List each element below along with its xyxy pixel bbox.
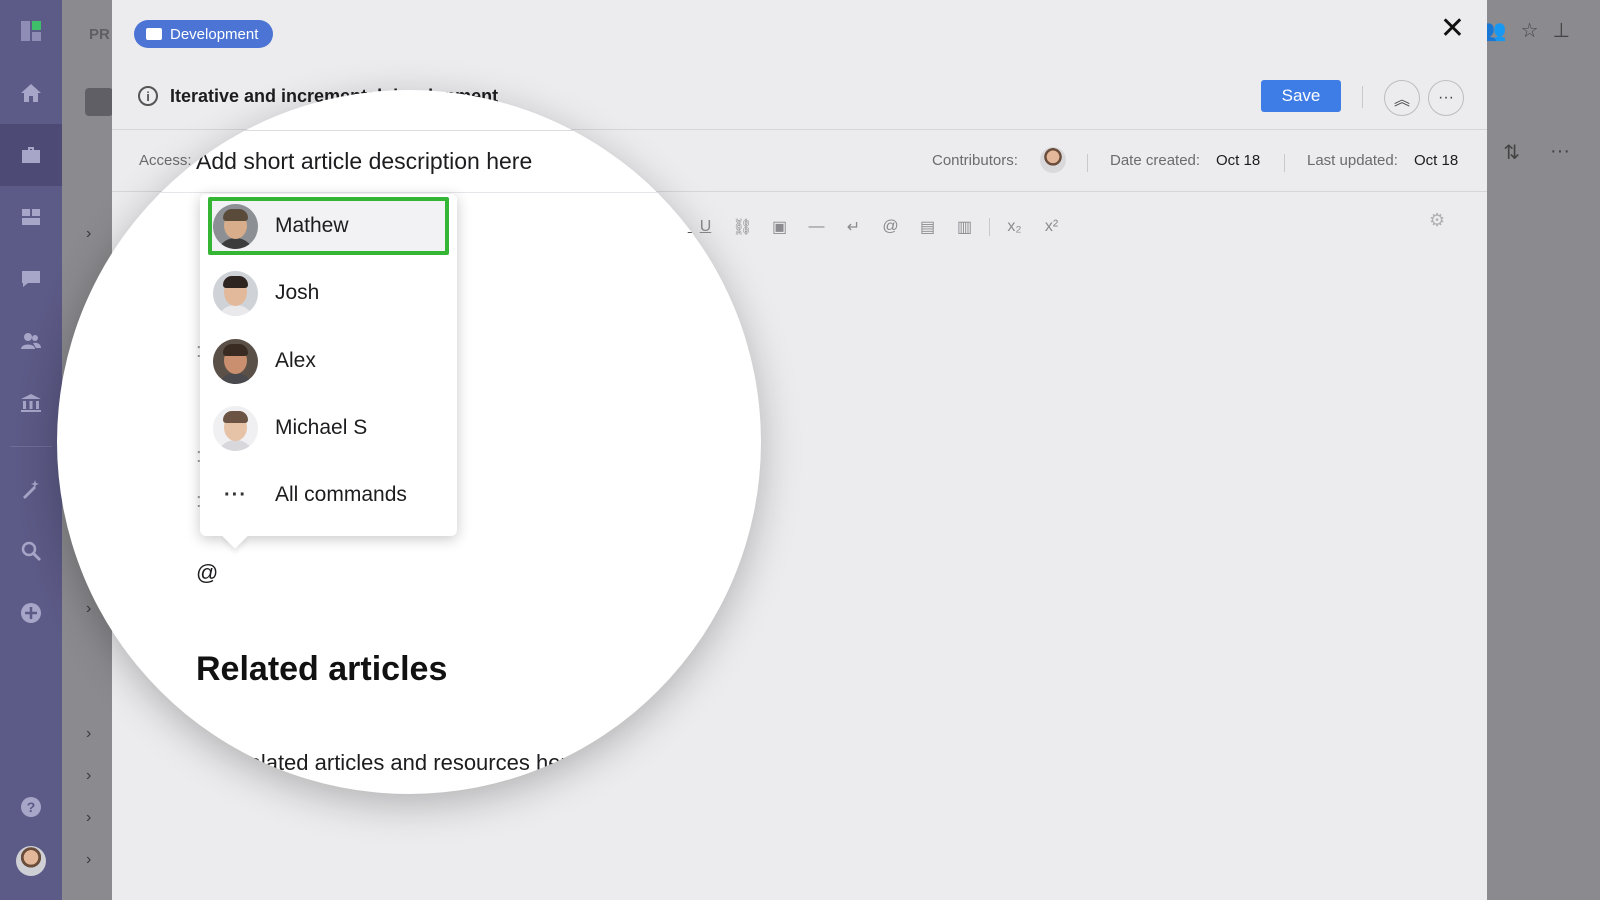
mention-item-josh[interactable]: Josh	[208, 264, 449, 322]
sort-icon[interactable]: ⇅	[1503, 140, 1520, 165]
calendar-icon[interactable]: ▤	[909, 213, 946, 241]
mention-dropdown: Mathew Josh Alex Michael S ··· All comma…	[200, 194, 457, 536]
access-label-magnified: Access:	[139, 152, 192, 169]
chat-icon[interactable]	[0, 248, 62, 310]
logo-icon[interactable]	[0, 0, 62, 62]
related-articles-text[interactable]: Add related articles and resources here	[196, 750, 580, 776]
briefcase-icon[interactable]	[0, 124, 62, 186]
background-section-label: PR	[89, 26, 110, 43]
app-rail: ?	[0, 0, 62, 900]
user-avatar[interactable]	[0, 830, 62, 892]
more-icon[interactable]: ···	[1550, 140, 1570, 165]
date-created-value: Oct 18	[1216, 152, 1261, 169]
meta-divider	[1087, 154, 1088, 172]
underline-icon[interactable]: U	[675, 213, 712, 241]
mention-item-label: All commands	[275, 483, 407, 506]
header-divider	[1362, 86, 1363, 108]
last-updated-label: Last updated:	[1307, 152, 1398, 169]
subscript-icon[interactable]: x₂	[996, 213, 1033, 241]
chevron-right-icon[interactable]: ›	[86, 851, 91, 869]
more-dots-icon: ···	[224, 483, 247, 506]
category-tag-label: Development	[170, 25, 259, 43]
last-updated-value: Oct 18	[1414, 152, 1459, 169]
chevron-right-icon[interactable]: ›	[86, 809, 91, 827]
close-icon[interactable]: ✕	[1440, 14, 1465, 44]
help-icon[interactable]: ?	[0, 776, 62, 838]
magic-wand-icon[interactable]	[0, 458, 62, 520]
search-icon[interactable]	[0, 520, 62, 582]
editor-toolbar-magnified: U ⛓	[675, 213, 749, 241]
line-break-icon[interactable]: ↵	[835, 213, 872, 241]
link-icon[interactable]: ⛓	[712, 213, 749, 241]
mention-item-label: Michael S	[275, 416, 368, 439]
horizontal-rule-icon[interactable]: —	[798, 213, 835, 241]
mention-item-all-commands[interactable]: ··· All commands	[208, 466, 449, 524]
mention-item-label: Alex	[275, 349, 316, 372]
more-options-icon[interactable]: ···	[1428, 80, 1464, 116]
add-icon[interactable]	[0, 582, 62, 644]
avatar	[213, 338, 258, 384]
toolbar-divider	[989, 218, 990, 236]
related-articles-heading: Related articles	[196, 650, 448, 688]
contributors-label: Contributors:	[932, 152, 1018, 169]
mention-item-label: Mathew	[275, 214, 349, 237]
category-tag[interactable]: Development	[134, 20, 274, 48]
mention-item-alex[interactable]: Alex	[208, 332, 449, 390]
avatar	[213, 270, 258, 316]
svg-text:?: ?	[27, 799, 36, 815]
magnifier-lens: Access: Add short article description he…	[57, 90, 761, 794]
mention-icon[interactable]: @	[872, 213, 909, 241]
star-icon[interactable]: ☆	[1521, 18, 1539, 43]
mention-item-michael-s[interactable]: Michael S	[208, 399, 449, 457]
rail-divider	[10, 446, 52, 447]
background-header-icons: 👥 ☆ ⊥	[1482, 18, 1570, 43]
divider	[57, 130, 761, 131]
settings-gear-icon[interactable]: ⚙	[1429, 210, 1445, 231]
dashboard-icon[interactable]	[0, 186, 62, 248]
save-button[interactable]: Save	[1261, 80, 1341, 112]
background-row-icons: ⇅ ···	[1503, 140, 1570, 165]
collapse-up-icon[interactable]: ︽	[1384, 80, 1420, 116]
folder-icon	[146, 28, 162, 40]
avatar	[213, 203, 258, 249]
contributor-avatar[interactable]	[1040, 147, 1066, 173]
superscript-icon[interactable]: x²	[1033, 213, 1070, 241]
image-icon[interactable]: ▣	[761, 213, 798, 241]
home-icon[interactable]	[0, 62, 62, 124]
divider	[57, 192, 761, 193]
mention-trigger-text[interactable]: @	[196, 560, 218, 586]
meta-divider	[1284, 154, 1285, 172]
pin-icon[interactable]: ⊥	[1553, 18, 1570, 43]
description-input[interactable]: Add short article description here	[196, 148, 532, 175]
people-icon[interactable]	[0, 310, 62, 372]
bank-icon[interactable]	[0, 372, 62, 434]
date-created-label: Date created:	[1110, 152, 1201, 169]
avatar	[213, 405, 258, 451]
mention-item-mathew[interactable]: Mathew	[208, 197, 449, 255]
mention-item-label: Josh	[275, 281, 320, 304]
embed-icon[interactable]: ▥	[946, 213, 983, 241]
